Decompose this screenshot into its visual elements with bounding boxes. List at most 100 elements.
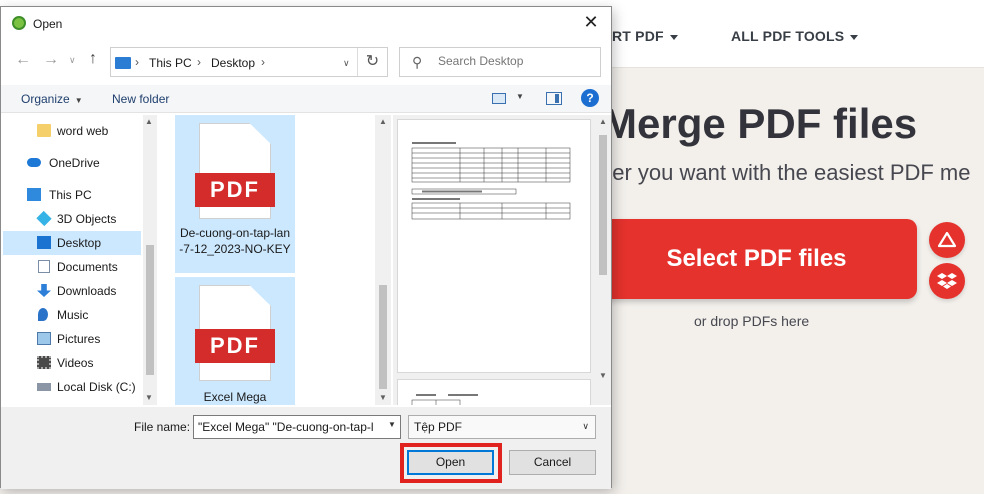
nav-item-downloads[interactable]: Downloads bbox=[3, 279, 141, 303]
scroll-down-icon[interactable]: ▼ bbox=[599, 371, 607, 380]
scrollbar-thumb[interactable] bbox=[379, 285, 387, 389]
nav-convert-pdf-label: RT PDF bbox=[612, 28, 664, 44]
search-icon: ⚲ bbox=[412, 54, 423, 70]
preview-pane: ▲ ▼ bbox=[393, 115, 611, 405]
computer-icon bbox=[27, 188, 41, 201]
dropbox-button[interactable] bbox=[929, 263, 965, 299]
search-input[interactable] bbox=[438, 54, 588, 68]
chevron-down-icon bbox=[669, 34, 678, 40]
close-button[interactable]: ✕ bbox=[579, 11, 603, 33]
scroll-up-icon[interactable]: ▲ bbox=[145, 117, 153, 126]
music-icon bbox=[38, 308, 48, 321]
google-drive-button[interactable] bbox=[929, 222, 965, 258]
address-bar[interactable]: › This PC › Desktop › ∨ ↻ bbox=[110, 47, 388, 77]
open-file-dialog: Open ✕ ← → ∨ ↑ › This PC › Desktop › ∨ ↻… bbox=[0, 6, 612, 489]
file-name: Excel Mega bbox=[203, 390, 267, 404]
drop-hint: or drop PDFs here bbox=[694, 313, 810, 329]
organize-label: Organize bbox=[21, 92, 70, 106]
preview-scrollbar[interactable]: ▲ ▼ bbox=[595, 115, 611, 405]
nav-item-music[interactable]: Music bbox=[3, 303, 141, 327]
up-arrow-icon[interactable]: ↑ bbox=[89, 50, 97, 68]
nav-all-pdf-tools[interactable]: ALL PDF TOOLS bbox=[731, 28, 859, 44]
breadcrumb-separator-icon: › bbox=[197, 55, 201, 69]
recent-locations-dropdown-icon[interactable]: ∨ bbox=[69, 55, 76, 66]
navigation-pane[interactable]: word web OneDrive This PC 3D Objects Des… bbox=[3, 115, 157, 405]
file-type-select[interactable]: Tệp PDF ∨ bbox=[408, 415, 596, 439]
back-arrow-icon[interactable]: ← bbox=[15, 51, 31, 69]
page-title: Merge PDF files bbox=[602, 100, 918, 147]
nav-item-onedrive[interactable]: OneDrive bbox=[3, 151, 141, 175]
spreadsheet-preview-graphic bbox=[411, 142, 571, 220]
nav-item-this-pc[interactable]: This PC bbox=[3, 183, 141, 207]
nav-all-pdf-tools-label: ALL PDF TOOLS bbox=[731, 28, 845, 44]
videos-icon bbox=[37, 356, 51, 369]
forward-arrow-icon[interactable]: → bbox=[43, 51, 59, 69]
page-subtitle: der you want with the easiest PDF me bbox=[600, 160, 971, 185]
file-name-label: File name: bbox=[134, 420, 191, 434]
nav-item-word-web[interactable]: word web bbox=[3, 119, 141, 143]
preview-page bbox=[397, 119, 591, 373]
scroll-down-icon[interactable]: ▼ bbox=[145, 393, 153, 402]
help-icon[interactable]: ? bbox=[581, 89, 599, 107]
file-name-input[interactable]: "Excel Mega" "De-cuong-on-tap-l bbox=[193, 415, 401, 439]
computer-icon bbox=[115, 57, 131, 69]
nav-item-label: word web bbox=[57, 124, 109, 138]
nav-item-local-disk[interactable]: Local Disk (C:) bbox=[3, 375, 141, 399]
cancel-button[interactable]: Cancel bbox=[509, 450, 596, 475]
command-bar: Organize ▼ New folder ▼ ? bbox=[1, 85, 611, 113]
nav-item-label: OneDrive bbox=[49, 156, 100, 170]
scroll-up-icon[interactable]: ▲ bbox=[379, 117, 387, 126]
address-dropdown-icon[interactable]: ∨ bbox=[343, 58, 350, 69]
nav-item-label: Desktop bbox=[57, 236, 102, 250]
nav-item-desktop[interactable]: Desktop bbox=[3, 231, 141, 255]
view-options-dropdown-icon[interactable]: ▼ bbox=[516, 92, 524, 101]
scrollbar-thumb[interactable] bbox=[599, 135, 607, 275]
nav-item-pictures[interactable]: Pictures bbox=[3, 327, 141, 351]
nav-item-label: This PC bbox=[49, 188, 92, 202]
scroll-up-icon[interactable]: ▲ bbox=[599, 117, 607, 126]
nav-item-label: Documents bbox=[57, 260, 118, 274]
dialog-footer: File name: "Excel Mega" "De-cuong-on-tap… bbox=[1, 407, 611, 489]
organize-menu[interactable]: Organize ▼ bbox=[21, 92, 83, 106]
search-box[interactable]: ⚲ bbox=[399, 47, 601, 77]
file-list-scrollbar[interactable]: ▲ ▼ bbox=[375, 115, 391, 405]
nav-item-3d-objects[interactable]: 3D Objects bbox=[3, 207, 141, 231]
file-item[interactable]: PDF De-cuong-on-tap-lan-7-12_2023-NO-KEY bbox=[175, 115, 295, 273]
nav-item-label: Pictures bbox=[57, 332, 101, 346]
file-name-dropdown-icon[interactable]: ▼ bbox=[388, 420, 396, 429]
open-button[interactable]: Open bbox=[407, 450, 494, 475]
breadcrumb-desktop[interactable]: Desktop bbox=[211, 56, 255, 70]
change-view-icon[interactable] bbox=[492, 93, 506, 104]
breadcrumb-this-pc[interactable]: This PC bbox=[149, 56, 192, 70]
nav-convert-pdf[interactable]: RT PDF bbox=[612, 28, 678, 44]
nav-item-documents[interactable]: Documents bbox=[3, 255, 141, 279]
nav-item-label: Local Disk (C:) bbox=[57, 380, 136, 394]
app-icon bbox=[12, 16, 26, 30]
spreadsheet-preview-graphic bbox=[411, 394, 478, 405]
preview-pane-icon[interactable] bbox=[546, 92, 562, 105]
scrollbar-thumb[interactable] bbox=[146, 245, 154, 375]
folder-icon bbox=[37, 124, 51, 137]
3d-objects-icon bbox=[36, 210, 52, 227]
file-name: De-cuong-on-tap-lan-7-12_2023-NO-KEY bbox=[179, 226, 291, 256]
nav-item-label: Videos bbox=[57, 356, 94, 370]
dialog-title: Open bbox=[33, 17, 63, 31]
google-drive-icon bbox=[938, 232, 956, 248]
new-folder-button[interactable]: New folder bbox=[112, 92, 169, 106]
file-list[interactable]: PDF De-cuong-on-tap-lan-7-12_2023-NO-KEY… bbox=[161, 115, 391, 405]
nav-item-label: Music bbox=[57, 308, 89, 322]
file-item[interactable]: PDF Excel Mega bbox=[175, 277, 295, 405]
navigation-pane-scrollbar[interactable]: ▲ ▼ bbox=[143, 115, 157, 405]
chevron-down-icon: ∨ bbox=[582, 421, 589, 431]
documents-icon bbox=[38, 260, 50, 273]
chevron-down-icon bbox=[850, 34, 859, 40]
breadcrumb-separator-icon: › bbox=[135, 55, 139, 69]
nav-item-videos[interactable]: Videos bbox=[3, 351, 141, 375]
navigation-bar: ← → ∨ ↑ › This PC › Desktop › ∨ ↻ ⚲ bbox=[1, 43, 611, 77]
onedrive-icon bbox=[27, 158, 41, 167]
dropbox-icon bbox=[937, 273, 957, 289]
scroll-down-icon[interactable]: ▼ bbox=[379, 393, 387, 402]
dialog-titlebar[interactable]: Open ✕ bbox=[1, 7, 611, 39]
refresh-icon[interactable]: ↻ bbox=[357, 48, 387, 76]
select-pdf-files-button[interactable]: Select PDF files bbox=[588, 219, 917, 299]
